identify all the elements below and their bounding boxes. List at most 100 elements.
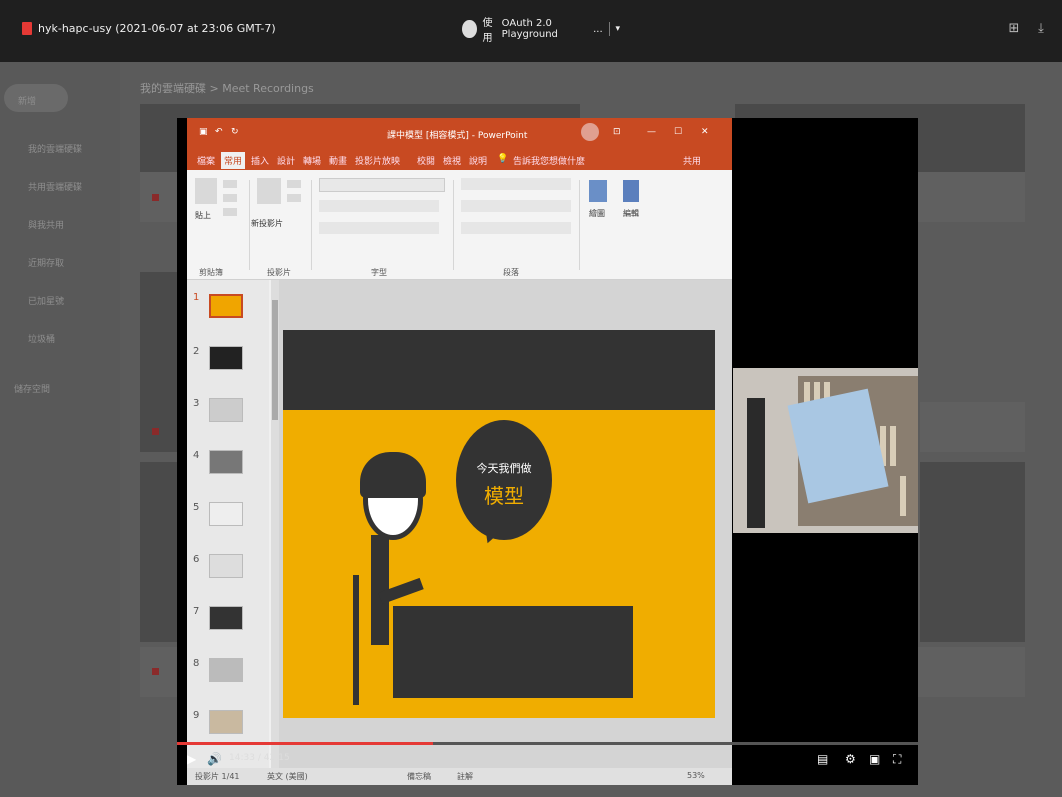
search-icon [623, 180, 639, 202]
new-slide-label: 新投影片 [251, 219, 283, 228]
sidebar-item-starred: 已加星號 [28, 297, 65, 307]
drive-sidebar: 新增 我的雲端硬碟 共用雲端硬碟 與我共用 近期存取 已加星號 垃圾桶 儲存空間 [0, 62, 120, 797]
user-avatar [581, 123, 599, 141]
font-color-buttons [319, 222, 439, 234]
list-buttons [461, 178, 571, 190]
bubble-text-line1: 今天我們做 [476, 462, 532, 475]
comments-button: 註解 [457, 772, 473, 781]
open-with-app-icon [462, 20, 477, 38]
ribbon-separator [249, 180, 250, 270]
group-paragraph: 段落 [503, 268, 519, 277]
ppt-ribbon-tabs: 檔案 常用 插入 設計 轉場 動畫 投影片放映 校閱 檢視 說明 💡 告訴我您想… [187, 148, 732, 170]
play-icon[interactable]: ▶ [187, 752, 196, 766]
slide-thumbnail [209, 710, 243, 734]
slides-scrollbar [271, 280, 279, 785]
open-with-separator [608, 22, 610, 36]
ppt-tab-insert: 插入 [251, 157, 270, 167]
ribbon-separator [453, 180, 454, 270]
redo-icon: ↻ [231, 127, 239, 137]
slide-number: 6 [193, 554, 200, 565]
copy-icon [223, 194, 237, 202]
drawing-icon [589, 180, 607, 202]
open-with-app-name: OAuth 2.0 Playground [501, 18, 558, 40]
drawing-label: 繪圖 [589, 209, 605, 218]
ppt-tab-slideshow: 投影片放映 [355, 157, 401, 167]
video-file-icon [152, 668, 159, 675]
minimize-icon: — [647, 127, 656, 137]
indent-buttons [461, 200, 571, 212]
font-style-buttons [319, 200, 439, 212]
video-file-icon [152, 428, 159, 435]
open-with-dropdown[interactable]: 使用 OAuth 2.0 Playground ... ▾ [462, 15, 620, 44]
file-title: hyk-hapc-usy (2021-06-07 at 23:06 GMT-7) [38, 22, 276, 35]
open-with-prefix: 使用 [482, 18, 493, 44]
time-separator: / [257, 753, 261, 763]
book [890, 426, 896, 466]
undo-icon: ↶ [215, 127, 223, 137]
layout-icon [287, 180, 301, 188]
format-painter-icon [223, 208, 237, 216]
settings-gear-icon[interactable]: ⚙ [845, 752, 856, 766]
open-with-suffix: ... [593, 23, 603, 35]
current-slide: 今天我們做 模型 [283, 330, 715, 718]
group-font: 字型 [371, 268, 387, 277]
slide-thumbnail [209, 554, 243, 578]
font-family-box [319, 178, 445, 192]
slide-number: 9 [193, 710, 200, 721]
share-button: 共用 [683, 157, 702, 167]
time-display: 14:33 / 42:15 [229, 753, 290, 763]
group-slides: 投影片 [267, 268, 291, 277]
ppt-ribbon: 貼上 新投影片 繪圖 編輯 剪貼簿 投影片 字型 段落 [187, 170, 732, 280]
slide-count: 投影片 1/41 [195, 772, 240, 781]
slide-number: 3 [193, 398, 200, 409]
slide-editing-area: 今天我們做 模型 [279, 280, 732, 785]
bubble-text-line2: 模型 [484, 484, 524, 508]
add-shortcut-icon[interactable]: ⊞ [1007, 22, 1021, 36]
save-icon: ▣ [199, 127, 208, 137]
slide-number: 1 [193, 292, 200, 303]
viewer-top-bar: hyk-hapc-usy (2021-06-07 at 23:06 GMT-7)… [0, 0, 1062, 62]
captions-icon[interactable]: ▤ [817, 752, 828, 766]
video-player[interactable]: ▣ ↶ ↻ 課中模型 [相容模式] - PowerPoint ⊡ — ☐ ✕ 檔… [177, 118, 918, 785]
slide-thumbnails-panel: 1 2 3 4 5 6 7 8 9 [187, 280, 269, 785]
ppt-tab-home: 常用 [221, 152, 246, 169]
sidebar-item-new: 新增 [18, 97, 37, 107]
ppt-window-title: 課中模型 [相容模式] - PowerPoint [387, 131, 528, 141]
slide-number: 4 [193, 450, 200, 461]
fullscreen-icon[interactable]: ⛶ [893, 752, 901, 766]
paste-label: 貼上 [195, 211, 211, 220]
video-file-icon [22, 22, 32, 35]
reset-icon [287, 194, 301, 202]
notes-button: 備忘稿 [407, 772, 431, 781]
slide-thumbnail [209, 450, 243, 474]
ppt-title-bar: ▣ ↶ ↻ 課中模型 [相容模式] - PowerPoint ⊡ — ☐ ✕ [187, 118, 732, 148]
chair-illustration [353, 575, 359, 705]
miniplayer-icon[interactable]: ▣ [869, 752, 880, 766]
ppt-tab-design: 設計 [277, 157, 296, 167]
maximize-icon: ☐ [674, 127, 683, 137]
new-slide-icon [257, 178, 281, 204]
slide-thumbnail-selected [209, 294, 243, 318]
screen: hyk-hapc-usy (2021-06-07 at 23:06 GMT-7)… [0, 0, 1062, 797]
download-icon[interactable]: ⤓ [1034, 22, 1048, 36]
slide-number: 7 [193, 606, 200, 617]
sidebar-item-storage: 儲存空間 [14, 385, 51, 395]
current-time: 14:33 [229, 753, 255, 763]
slide-header-band [283, 330, 715, 410]
ppt-tab-view: 檢視 [443, 157, 462, 167]
lightbulb-icon: 💡 [497, 154, 509, 164]
sidebar-item-recent: 近期存取 [28, 259, 65, 269]
language-status: 英文 (美國) [267, 772, 308, 781]
breadcrumb: 我的雲端硬碟 > Meet Recordings [140, 82, 314, 95]
ribbon-separator [579, 180, 580, 270]
speech-bubble: 今天我們做 模型 [456, 420, 552, 540]
edit-label: 編輯 [623, 209, 639, 218]
slide-thumbnail [209, 606, 243, 630]
slide-number: 8 [193, 658, 200, 669]
ppt-tab-help: 說明 [469, 157, 488, 167]
volume-icon[interactable]: 🔊 [207, 752, 222, 766]
video-progress-bar[interactable] [177, 742, 918, 745]
file-thumbnail [920, 462, 1025, 642]
ppt-status-bar: 投影片 1/41 英文 (美國) 備忘稿 註解 53% [187, 768, 732, 785]
webcam-overlay [733, 368, 918, 533]
